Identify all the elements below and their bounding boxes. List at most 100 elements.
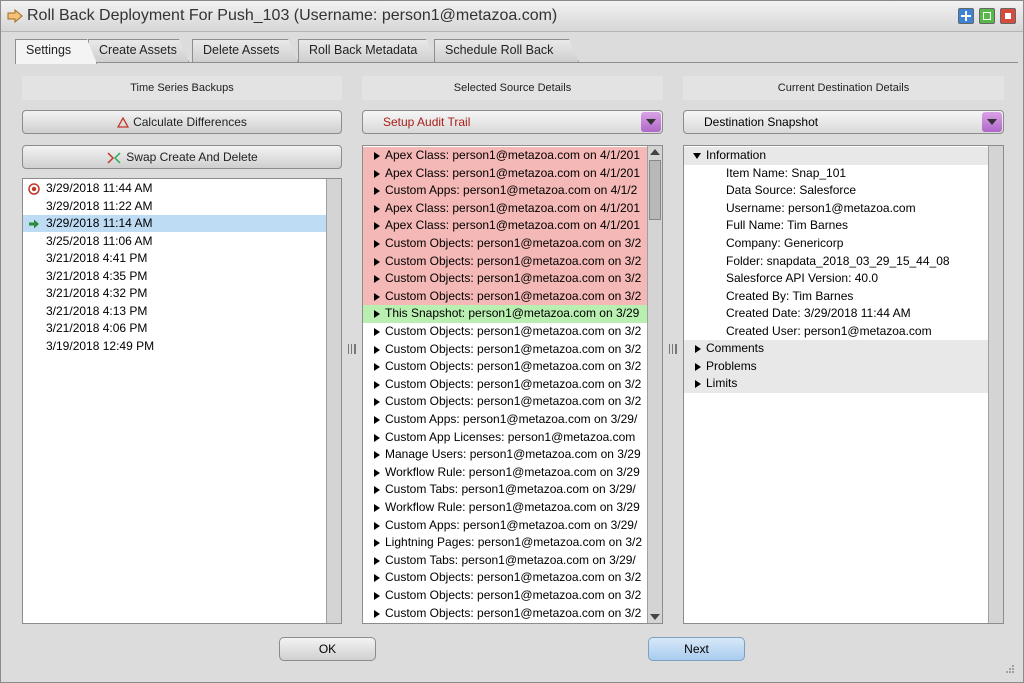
collapsed-triangle-icon[interactable] [374, 275, 380, 284]
audit-row[interactable]: Custom Apps: person1@metazoa.com on 4/1/… [363, 182, 648, 200]
audit-row[interactable]: Custom Objects: person1@metazoa.com on 3… [363, 235, 648, 253]
next-button[interactable]: Next [648, 637, 745, 661]
backup-row[interactable]: 3/21/2018 4:06 PM [23, 320, 326, 337]
audit-scroll-thumb[interactable] [649, 160, 661, 220]
tab-schedule-roll-back[interactable]: Schedule Roll Back [434, 39, 579, 62]
tab-settings[interactable]: Settings [15, 39, 97, 64]
backup-row[interactable]: 3/21/2018 4:13 PM [23, 303, 326, 320]
audit-row[interactable]: Apex Class: person1@metazoa.com on 4/1/2… [363, 164, 648, 183]
audit-row[interactable]: Custom Objects: person1@metazoa.com on 3… [363, 622, 648, 623]
collapsed-triangle-icon[interactable] [374, 240, 380, 248]
backup-row[interactable]: 3/29/2018 11:14 AM [23, 215, 326, 232]
audit-row[interactable]: Custom Objects: person1@metazoa.com on 3… [363, 287, 648, 306]
audit-row[interactable]: Custom Apps: person1@metazoa.com on 3/29… [363, 411, 648, 429]
audit-row-label: Custom Objects: person1@metazoa.com on 3… [385, 394, 642, 409]
audit-row[interactable]: Workflow Rule: person1@metazoa.com on 3/… [363, 499, 648, 517]
audit-row[interactable]: Custom Objects: person1@metazoa.com on 3… [363, 587, 648, 605]
collapsed-triangle-icon[interactable] [374, 257, 380, 266]
collapsed-triangle-icon[interactable] [374, 169, 380, 178]
collapsed-triangle-icon[interactable] [374, 504, 380, 512]
audit-row[interactable]: Custom App Licenses: person1@metazoa.com [363, 429, 648, 447]
information-section[interactable]: Information [684, 147, 989, 165]
audit-row[interactable]: Custom Apps: person1@metazoa.com on 3/29… [363, 517, 648, 535]
collapsed-triangle-icon[interactable] [374, 152, 380, 160]
backup-row[interactable]: 3/21/2018 4:32 PM [23, 285, 326, 302]
audit-scrollbar[interactable] [647, 146, 662, 623]
audit-row[interactable]: Workflow Rule: person1@metazoa.com on 3/… [363, 464, 648, 482]
collapsed-triangle-icon[interactable] [374, 416, 380, 424]
collapsed-triangle-icon[interactable] [374, 609, 380, 618]
backup-row[interactable]: 3/21/2018 4:41 PM [23, 250, 326, 267]
audit-row[interactable]: Custom Objects: person1@metazoa.com on 3… [363, 393, 648, 411]
audit-row[interactable]: Custom Objects: person1@metazoa.com on 3… [363, 252, 648, 271]
collapsed-triangle-icon[interactable] [374, 204, 380, 213]
tab-delete-assets[interactable]: Delete Assets [192, 39, 298, 62]
audit-row[interactable]: Apex Class: person1@metazoa.com on 4/1/2… [363, 199, 648, 218]
audit-row[interactable]: Custom Tabs: person1@metazoa.com on 3/29… [363, 481, 648, 499]
backup-row[interactable]: 3/25/2018 11:06 AM [23, 233, 326, 250]
collapsed-triangle-icon[interactable] [374, 292, 380, 301]
audit-row[interactable]: Custom Objects: person1@metazoa.com on 3… [363, 341, 648, 359]
collapsed-triangle-icon[interactable] [374, 574, 380, 583]
audit-row[interactable]: Custom Objects: person1@metazoa.com on 3… [363, 323, 648, 341]
collapsed-triangle-icon[interactable] [374, 222, 380, 231]
scroll-up-icon[interactable] [650, 149, 660, 155]
audit-row[interactable]: Custom Objects: person1@metazoa.com on 3… [363, 605, 648, 623]
collapsed-triangle-icon[interactable] [374, 468, 380, 477]
backup-row[interactable]: 3/19/2018 12:49 PM [23, 338, 326, 355]
audit-row[interactable]: Custom Objects: person1@metazoa.com on 3… [363, 358, 648, 376]
audit-row[interactable]: Apex Class: person1@metazoa.com on 4/1/2… [363, 147, 648, 165]
section-comments[interactable]: Comments [684, 340, 989, 358]
maximize-button[interactable] [958, 8, 974, 24]
time-series-backups-header: Time Series Backups [22, 76, 342, 100]
collapsed-triangle-icon[interactable] [374, 486, 380, 495]
collapsed-triangle-icon[interactable] [374, 592, 380, 600]
collapsed-triangle-icon[interactable] [374, 556, 380, 565]
collapsed-triangle-icon[interactable] [374, 380, 380, 389]
collapsed-triangle-icon[interactable] [374, 187, 380, 196]
destination-type-dropdown[interactable]: Destination Snapshot [683, 110, 1004, 134]
audit-trail-list[interactable]: Apex Class: person1@metazoa.com on 4/1/2… [362, 145, 663, 624]
audit-row[interactable]: This Snapshot: person1@metazoa.com on 3/… [363, 305, 648, 323]
scroll-down-icon[interactable] [650, 614, 660, 620]
audit-row[interactable]: Custom Objects: person1@metazoa.com on 3… [363, 376, 648, 394]
collapsed-triangle-icon[interactable] [374, 521, 380, 530]
restore-button[interactable] [979, 8, 995, 24]
left-splitter-handle[interactable] [348, 344, 356, 354]
audit-row[interactable]: Custom Objects: person1@metazoa.com on 3… [363, 270, 648, 288]
collapsed-triangle-icon[interactable] [374, 398, 380, 407]
backup-label: 3/29/2018 11:22 AM [46, 198, 153, 213]
backup-row[interactable]: 3/29/2018 11:22 AM [23, 198, 326, 215]
section-problems[interactable]: Problems [684, 357, 989, 376]
audit-row[interactable]: Custom Objects: person1@metazoa.com on 3… [363, 569, 648, 587]
collapsed-triangle-icon[interactable] [374, 539, 380, 548]
ok-button[interactable]: OK [279, 637, 376, 661]
collapsed-triangle-icon[interactable] [374, 433, 380, 442]
details-scrollbar[interactable] [988, 146, 1003, 623]
backup-row[interactable]: 3/21/2018 4:35 PM [23, 268, 326, 285]
title-bar[interactable]: Roll Back Deployment For Push_103 (Usern… [1, 1, 1023, 32]
backups-list[interactable]: 3/29/2018 11:44 AM 3/29/2018 11:22 AM 3/29… [22, 178, 342, 624]
collapsed-triangle-icon[interactable] [374, 345, 380, 354]
collapsed-triangle-icon[interactable] [374, 363, 380, 372]
resize-grip-icon[interactable] [1005, 664, 1015, 674]
tab-roll-back-metadata[interactable]: Roll Back Metadata [298, 39, 436, 62]
audit-row-label: Custom Objects: person1@metazoa.com on 3… [385, 605, 642, 620]
collapsed-triangle-icon[interactable] [374, 451, 380, 460]
destination-details-tree[interactable]: Information Item Name: Snap_101 Data Sour… [683, 145, 1004, 624]
audit-row[interactable]: Lightning Pages: person1@metazoa.com on … [363, 534, 648, 552]
backup-row[interactable]: 3/29/2018 11:44 AM [23, 180, 326, 197]
collapsed-triangle-icon[interactable] [374, 328, 380, 336]
backups-scrollbar[interactable] [326, 179, 341, 623]
source-type-dropdown[interactable]: Setup Audit Trail [362, 110, 663, 134]
tab-create-assets[interactable]: Create Assets [88, 39, 189, 62]
calculate-differences-button[interactable]: Calculate Differences [22, 110, 342, 134]
audit-row[interactable]: Apex Class: person1@metazoa.com on 4/1/2… [363, 217, 648, 235]
audit-row[interactable]: Custom Tabs: person1@metazoa.com on 3/29… [363, 552, 648, 570]
collapsed-triangle-icon[interactable] [374, 310, 380, 319]
right-splitter-handle[interactable] [669, 344, 677, 354]
close-button[interactable] [1000, 8, 1016, 24]
swap-create-delete-button[interactable]: Swap Create And Delete [22, 145, 342, 169]
section-limits[interactable]: Limits [684, 375, 989, 393]
audit-row[interactable]: Manage Users: person1@metazoa.com on 3/2… [363, 446, 648, 464]
